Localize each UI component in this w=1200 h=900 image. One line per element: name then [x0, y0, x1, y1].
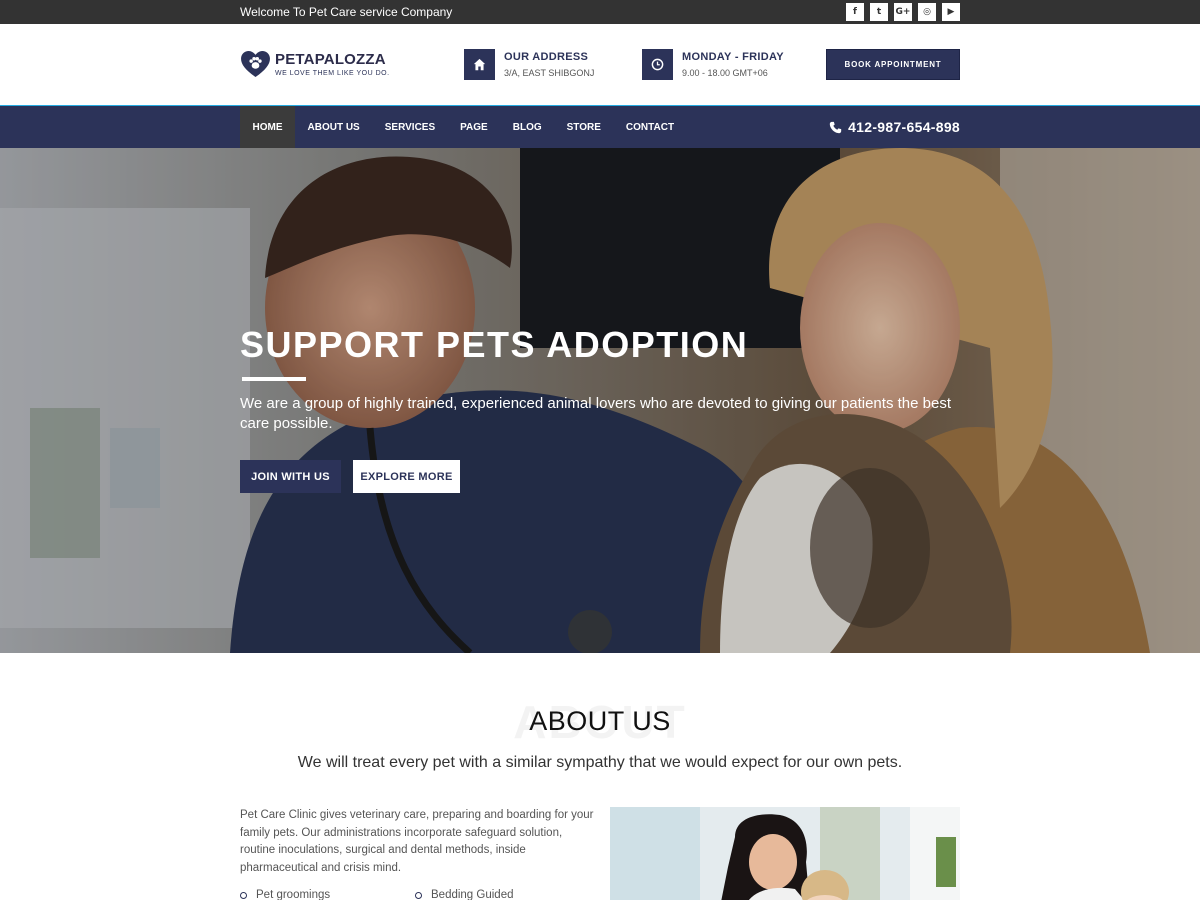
list-item: Bedding Guided — [415, 889, 590, 900]
about-paragraph: Pet Care Clinic gives veterinary care, p… — [240, 809, 594, 875]
address-value: 3/A, EAST SHIBGONJ — [504, 68, 595, 78]
nav-item-store[interactable]: STORE — [554, 106, 613, 148]
hours-info: MONDAY - FRIDAY 9.00 - 18.00 GMT+06 — [642, 49, 826, 80]
phone-icon — [829, 121, 842, 133]
top-bar: Welcome To Pet Care service Company f t … — [0, 0, 1200, 24]
logo[interactable]: PETAPALOZZA WE LOVE THEM LIKE YOU DO. — [240, 51, 464, 78]
welcome-text: Welcome To Pet Care service Company — [240, 5, 453, 19]
clock-icon — [642, 49, 673, 80]
address-info: OUR ADDRESS 3/A, EAST SHIBGONJ — [464, 49, 642, 80]
hero-slider: SUPPORT PETS ADOPTION We are a group of … — [0, 148, 1200, 653]
logo-tagline: WE LOVE THEM LIKE YOU DO. — [275, 70, 390, 77]
phone-text: 412-987-654-898 — [848, 119, 960, 135]
facebook-icon[interactable]: f — [846, 3, 864, 21]
home-icon — [464, 49, 495, 80]
youtube-icon[interactable]: ▶ — [942, 3, 960, 21]
nav-item-services[interactable]: SERVICES — [372, 106, 447, 148]
nav-item-contact[interactable]: CONTACT — [613, 106, 686, 148]
book-appointment-button[interactable]: BOOK APPOINTMENT — [826, 49, 960, 80]
nav-item-blog[interactable]: BLOG — [500, 106, 554, 148]
google-plus-icon[interactable]: G+ — [894, 3, 912, 21]
logo-name: PETAPALOZZA — [275, 51, 386, 68]
list-item-label: Pet groomings — [256, 889, 331, 900]
address-title: OUR ADDRESS — [504, 51, 589, 63]
bullet-icon — [415, 891, 422, 899]
instagram-icon[interactable]: ◎ — [918, 3, 936, 21]
nav-item-about-us[interactable]: ABOUT US — [295, 106, 372, 148]
social-links: f t G+ ◎ ▶ — [846, 3, 960, 21]
about-title: ABOUT US — [529, 706, 671, 736]
site-header: PETAPALOZZA WE LOVE THEM LIKE YOU DO. OU… — [0, 24, 1200, 105]
list-item-label: Bedding Guided — [431, 889, 514, 900]
about-photo — [610, 807, 960, 900]
about-subtitle: We will treat every pet with a similar s… — [297, 754, 903, 771]
nav-item-home[interactable]: HOME — [240, 106, 295, 148]
twitter-icon[interactable]: t — [870, 3, 888, 21]
hero-divider — [242, 377, 306, 381]
nav-item-page[interactable]: PAGE — [448, 106, 501, 148]
hours-value: 9.00 - 18.00 GMT+06 — [682, 68, 768, 78]
hero-text: We are a group of highly trained, experi… — [240, 395, 951, 432]
join-with-us-button[interactable]: JOIN WITH US — [240, 460, 341, 493]
list-item: Pet groomings — [240, 889, 415, 900]
bullet-icon — [240, 891, 247, 899]
hours-title: MONDAY - FRIDAY — [682, 51, 784, 63]
explore-more-button[interactable]: EXPLORE MORE — [353, 460, 460, 493]
hero-title: SUPPORT PETS ADOPTION — [240, 324, 749, 365]
main-nav: HOME ABOUT US SERVICES PAGE BLOG STORE C… — [0, 105, 1200, 148]
paw-heart-icon — [241, 51, 270, 78]
about-feature-list: Pet groomings Bedding Guided — [240, 889, 590, 900]
phone-number[interactable]: 412-987-654-898 — [829, 119, 960, 135]
hero-content: SUPPORT PETS ADOPTION We are a group of … — [240, 324, 980, 493]
about-section: ABOUT ABOUT US We will treat every pet w… — [0, 653, 1200, 900]
menu: HOME ABOUT US SERVICES PAGE BLOG STORE C… — [240, 106, 687, 148]
